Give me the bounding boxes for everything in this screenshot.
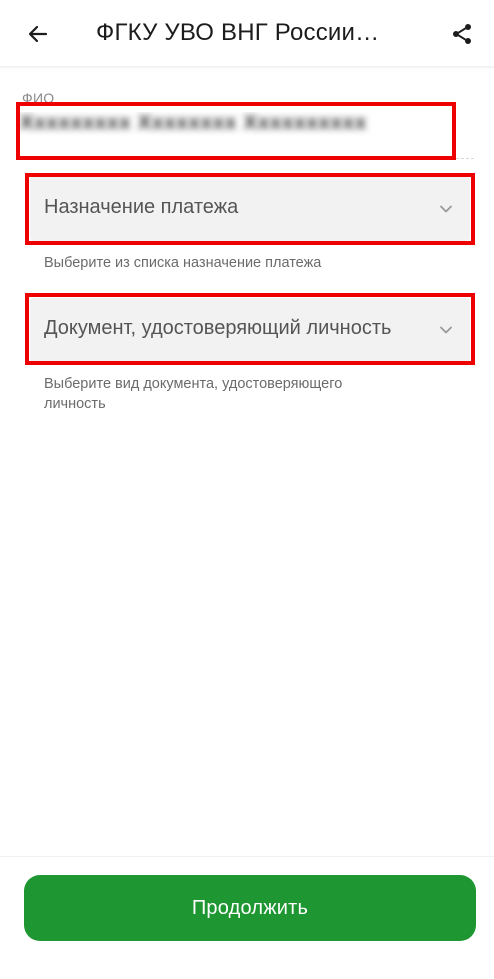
back-button[interactable] [14, 12, 62, 56]
continue-button[interactable]: Продолжить [24, 875, 476, 941]
fio-value-blurred: Xxxxxxxxx Xxxxxxxx Xxxxxxxxxx [20, 112, 368, 134]
share-button[interactable] [440, 12, 484, 56]
identity-document-select[interactable]: Документ, удостоверяющий личность [30, 298, 470, 362]
identity-document-hint: Выберите вид документа, удостоверяющего … [44, 376, 343, 412]
arrow-left-icon [28, 25, 48, 43]
fio-divider [20, 158, 474, 159]
payment-purpose-select[interactable]: Назначение платежа [30, 177, 470, 241]
fio-label: ФИО [22, 90, 55, 106]
app-header: ФГКУ УВО ВНГ России… [0, 0, 494, 66]
fio-field[interactable]: Xxxxxxxxx Xxxxxxxx Xxxxxxxxxx [20, 112, 440, 140]
page-title: ФГКУ УВО ВНГ России… [96, 19, 380, 46]
share-icon [453, 24, 471, 44]
chevron-down-icon [440, 326, 452, 334]
identity-document-text: Документ, удостоверяющий личность [44, 317, 392, 339]
payment-purpose-hint: Выберите из списка назначение платежа [44, 255, 322, 271]
chevron-down-icon [440, 205, 452, 213]
payment-purpose-text: Назначение платежа [44, 196, 239, 218]
